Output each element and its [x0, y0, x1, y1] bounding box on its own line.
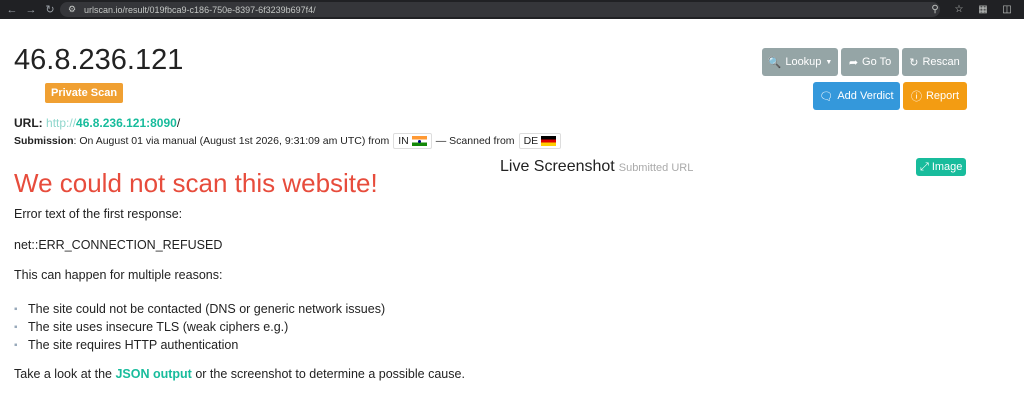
url-scheme: http:// — [46, 116, 77, 130]
search-icon: 🔍 — [767, 56, 782, 69]
goto-button[interactable]: ➦ Go To — [841, 48, 899, 76]
url-link[interactable]: http://46.8.236.121:8090/ — [46, 116, 180, 130]
list-item: ▪ The site could not be contacted (DNS or… — [14, 300, 385, 318]
report-label: Report — [925, 90, 960, 102]
json-output-link[interactable]: JSON output — [115, 367, 191, 381]
bookmark-star-icon[interactable]: ☆ — [952, 2, 966, 16]
scanned-from-text: — Scanned from — [435, 135, 515, 147]
image-label: Image — [931, 161, 963, 173]
submission-line: Submission : On August 01 via manual (Au… — [14, 133, 565, 149]
url-label: URL: — [14, 116, 43, 130]
comment-icon: 🗨 — [819, 90, 834, 103]
rescan-button[interactable]: ↻ Rescan — [902, 48, 967, 76]
reason-text: The site requires HTTP authentication — [28, 338, 239, 352]
forward-arrow-icon[interactable]: → — [24, 3, 38, 17]
url-path: / — [176, 116, 181, 130]
scanned-country-badge[interactable]: DE — [518, 133, 562, 149]
list-item: ▪ The site uses insecure TLS (weak cipher… — [14, 318, 385, 336]
live-screenshot-subtitle: Submitted URL — [618, 162, 694, 174]
back-arrow-icon[interactable]: ← — [5, 3, 19, 17]
error-intro: Error text of the first response: — [14, 207, 183, 221]
add-verdict-button[interactable]: 🗨 Add Verdict — [813, 82, 900, 110]
bullet-icon: ▪ — [14, 339, 18, 351]
refresh-icon: ↻ — [909, 56, 919, 69]
error-code: net::ERR_CONNECTION_REFUSED — [14, 238, 223, 252]
expand-icon: ⤢ — [920, 160, 929, 173]
reasons-list: ▪ The site could not be contacted (DNS or… — [14, 300, 385, 354]
submitted-country-code: IN — [398, 135, 409, 147]
lookup-label: Lookup — [785, 56, 822, 68]
page-title: 46.8.236.121 — [14, 44, 184, 76]
error-title: We could not scan this website! — [14, 168, 378, 198]
lookup-button[interactable]: 🔍 Lookup ▼ — [762, 48, 838, 76]
submission-text: : On August 01 via manual (August 1st 20… — [73, 135, 390, 147]
footer-note: Take a look at the JSON output or the sc… — [14, 367, 465, 381]
scanned-country-code: DE — [523, 135, 539, 147]
bullet-icon: ▪ — [14, 303, 18, 315]
add-verdict-label: Add Verdict — [837, 90, 894, 102]
caret-down-icon: ▼ — [825, 58, 833, 66]
submission-label: Submission — [14, 135, 74, 147]
footer-post: or the screenshot to determine a possibl… — [191, 367, 465, 381]
address-url: urlscan.io/result/019fbca9-c186-750e-839… — [84, 4, 316, 15]
reload-icon[interactable]: ↻ — [43, 3, 57, 17]
rescan-label: Rescan — [922, 56, 960, 68]
browser-toolbar: ← → ↻ ⚙ urlscan.io/result/019fbca9-c186-… — [0, 0, 1024, 19]
site-info-icon[interactable]: ⚙ — [66, 4, 78, 16]
scan-url-line: URL: http://46.8.236.121:8090/ — [14, 116, 180, 130]
image-button[interactable]: ⤢ Image — [916, 158, 967, 176]
footer-pre: Take a look at the — [14, 367, 116, 381]
reason-text: The site uses insecure TLS (weak ciphers… — [28, 320, 289, 334]
submitted-country-badge[interactable]: IN — [393, 133, 432, 149]
live-screenshot-title: Live Screenshot — [500, 158, 615, 175]
zoom-icon[interactable]: ⚲ — [928, 2, 942, 16]
sidepanel-icon[interactable]: ◫ — [1000, 2, 1014, 16]
india-flag-icon — [411, 136, 427, 146]
germany-flag-icon — [541, 136, 557, 146]
url-host: 46.8.236.121:8090 — [76, 116, 177, 130]
list-item: ▪ The site requires HTTP authentication — [14, 336, 385, 354]
reasons-intro: This can happen for multiple reasons: — [14, 268, 223, 282]
goto-label: Go To — [862, 56, 892, 68]
live-screenshot-heading: Live Screenshot Submitted URL — [500, 158, 693, 176]
exclamation-circle-icon: ⓘ — [910, 91, 922, 103]
report-button[interactable]: ⓘ Report — [903, 82, 967, 110]
private-scan-badge: Private Scan — [45, 83, 124, 103]
reason-text: The site could not be contacted (DNS or … — [28, 302, 386, 316]
extensions-icon[interactable]: ▦ — [976, 2, 990, 16]
address-bar[interactable]: ⚙ urlscan.io/result/019fbca9-c186-750e-8… — [60, 2, 940, 17]
bullet-icon: ▪ — [14, 321, 18, 333]
share-arrow-icon: ➦ — [848, 56, 859, 69]
